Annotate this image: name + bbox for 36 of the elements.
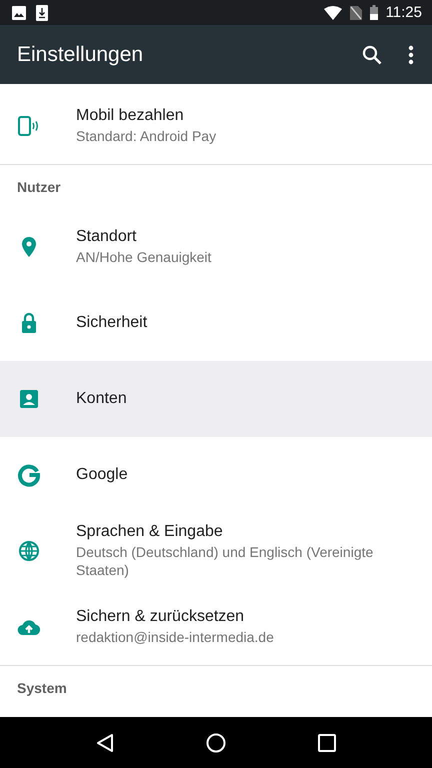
no-sim-icon <box>350 6 362 20</box>
phone-icon <box>17 114 41 138</box>
app-title: Einstellungen <box>17 42 144 66</box>
google-g-icon <box>17 463 41 487</box>
battery-icon <box>370 5 378 20</box>
wifi-icon <box>324 6 342 20</box>
item-title: Sichern & zurücksetzen <box>76 608 246 626</box>
item-title: Sicherheit <box>76 314 148 332</box>
settings-item[interactable]: Sichern & zurücksetzen redaktion@inside-intermedia.de <box>0 589 432 665</box>
item-subtitle: Standard: Android Pay <box>76 127 216 145</box>
home-icon <box>206 732 226 752</box>
section-header: System <box>16 679 68 698</box>
account-box-icon <box>17 387 41 411</box>
recents-icon <box>318 734 336 752</box>
item-title: Konten <box>76 390 127 408</box>
settings-item[interactable]: Mobil bezahlen Standard: Android Pay <box>0 88 432 164</box>
item-subtitle: redaktion@inside-intermedia.de <box>76 628 274 646</box>
settings-item[interactable]: Sicherheit <box>0 285 432 361</box>
settings-item[interactable]: Standort AN/Hohe Genauigkeit <box>0 209 432 285</box>
search-icon <box>362 44 382 64</box>
item-title: Sprachen & Eingabe <box>76 523 224 541</box>
image-icon <box>12 6 26 20</box>
item-title: Standort <box>76 228 138 246</box>
item-title: Mobil bezahlen <box>76 107 185 125</box>
item-subtitle: Deutsch (Deutschland) und Englisch (Vereinigte Staaten) <box>76 543 374 579</box>
item-title: Google <box>76 466 128 484</box>
back-icon <box>96 732 114 752</box>
item-subtitle: AN/Hohe Genauigkeit <box>76 248 212 266</box>
section-header: Nutzer <box>16 178 62 197</box>
settings-item[interactable]: Google <box>0 437 432 513</box>
settings-item[interactable]: Konten <box>0 361 432 437</box>
download-icon <box>36 4 48 20</box>
status-time: 11:25 <box>386 4 422 21</box>
more-icon <box>408 44 414 64</box>
globe-icon <box>17 539 41 563</box>
settings-item[interactable]: Sprachen & Eingabe Deutsch (Deutschland) und Englisch (Vereinigte Staaten) <box>0 513 432 589</box>
